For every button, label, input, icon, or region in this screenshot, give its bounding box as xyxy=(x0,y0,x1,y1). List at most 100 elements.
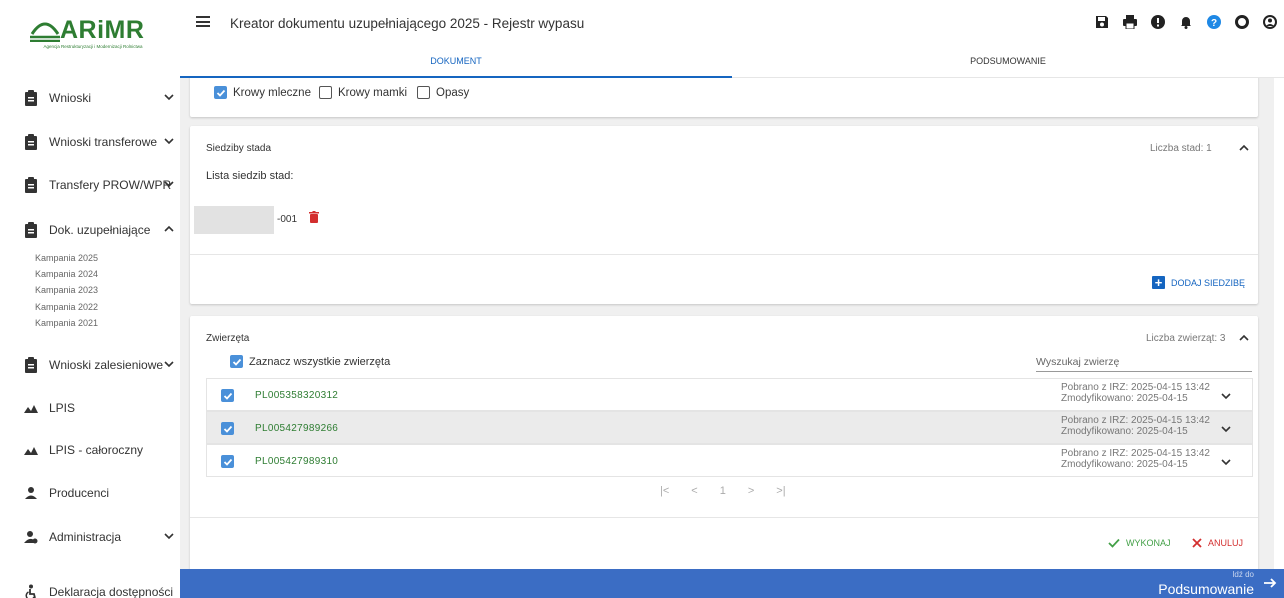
sidebar-item-label: Wnioski zalesieniowe xyxy=(49,358,164,372)
execute-button[interactable]: WYKONAJ xyxy=(1108,538,1171,548)
animal-meta: Pobrano z IRZ: 2025-04-15 13:42 Zmodyfik… xyxy=(1061,448,1210,470)
animal-count: Liczba zwierząt: 3 xyxy=(1146,333,1226,344)
save-icon[interactable] xyxy=(1088,13,1116,31)
sidebar-item-label: Deklaracja dostępności xyxy=(49,585,174,598)
animals-card: Zwierzęta Liczba zwierząt: 3 Zaznacz wsz… xyxy=(190,316,1258,569)
sidebar-item-deklaracja[interactable]: Deklaracja dostępności xyxy=(0,580,180,598)
page-title: Kreator dokumentu uzupełniającego 2025 -… xyxy=(230,16,585,31)
sidebar-item-label: Administracja xyxy=(49,530,122,544)
main-content[interactable]: Krowy mleczne Krowy mamki Opasy Siedziby… xyxy=(180,78,1274,569)
sidebar-item-lpis[interactable]: LPIS xyxy=(0,396,180,420)
clipboard-icon xyxy=(25,222,37,238)
animal-search-input[interactable]: Wyszukaj zwierzę xyxy=(1036,356,1119,368)
sidebar-item-wnioski-zalesieniowe[interactable]: Wnioski zalesieniowe xyxy=(0,353,180,377)
go-to-big-label: Podsumowanie xyxy=(1158,581,1254,597)
help-icon[interactable]: ? xyxy=(1200,13,1228,31)
add-herd-location-label: DODAJ SIEDZIBĘ xyxy=(1171,277,1246,288)
checkbox-krowy-mleczne[interactable]: Krowy mleczne xyxy=(214,86,311,99)
account-icon[interactable] xyxy=(1256,13,1284,31)
sidebar-item-administracja[interactable]: Administracja xyxy=(0,525,180,549)
animal-row[interactable]: PL005427989310 Pobrano z IRZ: 2025-04-15… xyxy=(206,444,1253,477)
logo-text: ARiMR xyxy=(60,16,145,44)
animal-id: PL005427989310 xyxy=(255,456,339,467)
animal-row[interactable]: PL005358320312 Pobrano z IRZ: 2025-04-15… xyxy=(206,378,1253,411)
checkbox-checked-icon[interactable] xyxy=(221,422,234,435)
checkbox-checked-icon xyxy=(230,355,243,368)
divider xyxy=(190,254,1258,255)
sidebar-subitem-kampania-2023[interactable]: Kampania 2023 xyxy=(35,285,98,295)
sidebar-subitem-kampania-2024[interactable]: Kampania 2024 xyxy=(35,269,98,279)
next-page-button[interactable]: > xyxy=(748,485,754,497)
clipboard-icon xyxy=(25,134,37,150)
tab-bar: DOKUMENT PODSUMOWANIE xyxy=(180,46,1284,78)
sidebar: ARiMR Agencja Restrukturyzacji i Moderni… xyxy=(0,0,180,598)
page-number[interactable]: 1 xyxy=(720,485,726,497)
section-title: Zwierzęta xyxy=(206,333,250,344)
sidebar-item-wnioski-transferowe[interactable]: Wnioski transferowe xyxy=(0,130,180,154)
divider xyxy=(190,517,1258,518)
chevron-down-icon[interactable] xyxy=(1220,423,1232,435)
checkbox-krowy-mamki[interactable]: Krowy mamki xyxy=(319,86,407,99)
animal-modified: Zmodyfikowano: 2025-04-15 xyxy=(1061,426,1188,437)
logo-subtitle: Agencja Restrukturyzacji i Modernizacji … xyxy=(43,44,143,49)
circle-icon[interactable] xyxy=(1228,13,1256,31)
sidebar-subitem-kampania-2022[interactable]: Kampania 2022 xyxy=(35,302,98,312)
chevron-up-icon[interactable] xyxy=(1238,142,1250,154)
app-header: Kreator dokumentu uzupełniającego 2025 -… xyxy=(180,0,1284,46)
herd-count: Liczba stad: 1 xyxy=(1150,143,1212,154)
execute-label: WYKONAJ xyxy=(1126,538,1171,548)
animal-modified: Zmodyfikowano: 2025-04-15 xyxy=(1061,393,1188,404)
arrow-right-icon[interactable] xyxy=(1262,575,1278,591)
animal-row[interactable]: PL005427989266 Pobrano z IRZ: 2025-04-15… xyxy=(206,411,1253,444)
animal-type-card: Krowy mleczne Krowy mamki Opasy xyxy=(190,78,1258,117)
print-icon[interactable] xyxy=(1116,13,1144,31)
go-to-summary-button[interactable]: Idź do Podsumowanie xyxy=(1158,570,1254,598)
chevron-down-icon xyxy=(164,181,174,188)
checkbox-label: Krowy mleczne xyxy=(233,86,311,99)
checkbox-unchecked-icon xyxy=(319,86,332,99)
first-page-button[interactable]: |< xyxy=(660,485,669,497)
clipboard-icon xyxy=(25,357,37,373)
checkbox-opasy[interactable]: Opasy xyxy=(417,86,469,99)
animal-modified: Zmodyfikowano: 2025-04-15 xyxy=(1061,459,1188,470)
check-icon xyxy=(1108,538,1120,548)
sidebar-item-label: Transfery PROW/WPR xyxy=(49,178,172,192)
clipboard-icon xyxy=(25,90,37,106)
cancel-button[interactable]: ANULUJ xyxy=(1192,538,1243,548)
logo[interactable]: ARiMR Agencja Restrukturyzacji i Moderni… xyxy=(18,14,168,54)
herd-number-suffix: -001 xyxy=(277,214,298,225)
last-page-button[interactable]: >| xyxy=(776,485,785,497)
tab-dokument[interactable]: DOKUMENT xyxy=(180,46,732,78)
sidebar-item-label: Dok. uzupełniające xyxy=(49,223,151,237)
animal-id: PL005427989266 xyxy=(255,423,339,434)
sidebar-item-dok-uzupelniajace[interactable]: Dok. uzupełniające xyxy=(0,218,180,242)
chevron-down-icon[interactable] xyxy=(1220,456,1232,468)
landscape-icon xyxy=(24,447,38,455)
sidebar-item-producenci[interactable]: Producenci xyxy=(0,481,180,505)
sidebar-item-wnioski[interactable]: Wnioski xyxy=(0,86,180,110)
checkbox-checked-icon[interactable] xyxy=(221,389,234,402)
prev-page-button[interactable]: < xyxy=(691,485,697,497)
chevron-up-icon[interactable] xyxy=(1238,332,1250,344)
chevron-down-icon[interactable] xyxy=(1220,390,1232,402)
checkbox-checked-icon[interactable] xyxy=(221,455,234,468)
sidebar-subitem-kampania-2021[interactable]: Kampania 2021 xyxy=(35,318,98,328)
sidebar-item-transfery[interactable]: Transfery PROW/WPR xyxy=(0,173,180,197)
delete-icon[interactable] xyxy=(309,211,319,223)
sidebar-item-label: LPIS - całoroczny xyxy=(49,443,144,457)
menu-icon[interactable] xyxy=(196,16,210,27)
bell-icon[interactable] xyxy=(1172,13,1200,31)
select-all-checkbox[interactable]: Zaznacz wszystkie zwierzęta xyxy=(230,355,390,368)
checkbox-checked-icon xyxy=(214,86,227,99)
admin-icon xyxy=(24,531,38,544)
sidebar-item-lpis-caloroczny[interactable]: LPIS - całoroczny xyxy=(0,438,180,462)
chevron-down-icon xyxy=(164,361,174,368)
add-herd-location-button[interactable]: + DODAJ SIEDZIBĘ xyxy=(1152,276,1245,289)
plus-icon: + xyxy=(1152,276,1165,289)
animal-meta: Pobrano z IRZ: 2025-04-15 13:42 Zmodyfik… xyxy=(1061,382,1210,404)
info-icon[interactable] xyxy=(1144,13,1172,31)
person-icon xyxy=(25,487,37,499)
tab-podsumowanie[interactable]: PODSUMOWANIE xyxy=(732,46,1284,78)
clipboard-icon xyxy=(25,177,37,193)
sidebar-subitem-kampania-2025[interactable]: Kampania 2025 xyxy=(35,253,98,263)
